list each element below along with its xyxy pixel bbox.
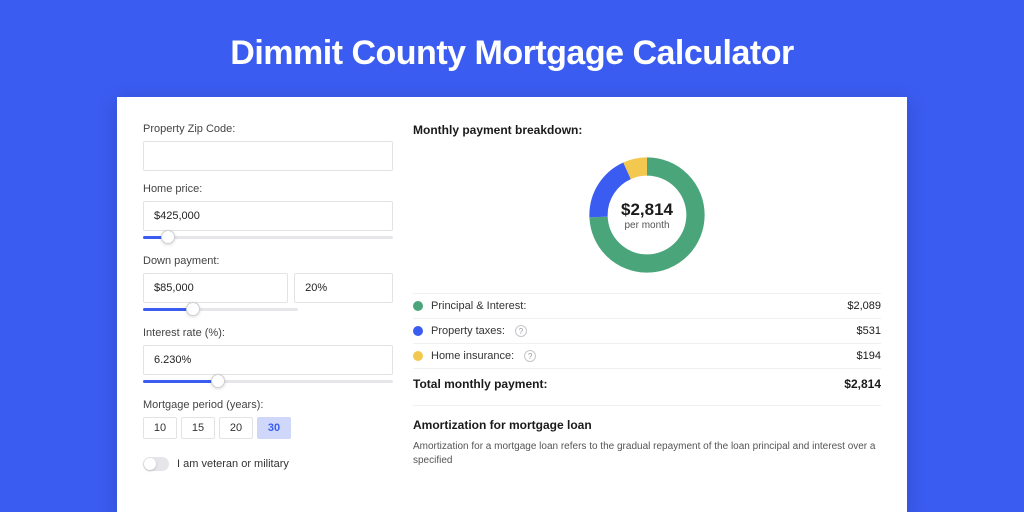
breakdown-label: Property taxes:: [431, 325, 505, 337]
amortization-title: Amortization for mortgage loan: [413, 418, 881, 432]
breakdown-value: $531: [857, 325, 881, 337]
breakdown-value: $194: [857, 350, 881, 362]
breakdown-column: Monthly payment breakdown: $2,814 per mo…: [413, 123, 881, 512]
down-payment-label: Down payment:: [143, 255, 393, 267]
info-icon[interactable]: ?: [515, 325, 527, 337]
breakdown-row-taxes: Property taxes: ? $531: [413, 318, 881, 343]
period-field: Mortgage period (years): 10 15 20 30: [143, 399, 393, 439]
down-payment-slider[interactable]: [143, 305, 298, 315]
total-value: $2,814: [844, 377, 881, 391]
veteran-label: I am veteran or military: [177, 458, 289, 470]
interest-rate-input[interactable]: [143, 345, 393, 375]
period-option-30[interactable]: 30: [257, 417, 291, 439]
amortization-section: Amortization for mortgage loan Amortizat…: [413, 405, 881, 468]
zip-label: Property Zip Code:: [143, 123, 393, 135]
donut-sub: per month: [624, 220, 669, 231]
home-price-input[interactable]: [143, 201, 393, 231]
home-price-slider[interactable]: [143, 233, 393, 243]
home-price-label: Home price:: [143, 183, 393, 195]
zip-input[interactable]: [143, 141, 393, 171]
swatch-yellow-icon: [413, 351, 423, 361]
donut-amount: $2,814: [621, 200, 673, 220]
page-title: Dimmit County Mortgage Calculator: [0, 0, 1024, 97]
total-row: Total monthly payment: $2,814: [413, 368, 881, 405]
info-icon[interactable]: ?: [524, 350, 536, 362]
interest-rate-field: Interest rate (%):: [143, 327, 393, 387]
interest-rate-slider[interactable]: [143, 377, 393, 387]
interest-rate-label: Interest rate (%):: [143, 327, 393, 339]
period-options: 10 15 20 30: [143, 417, 393, 439]
calculator-card: Property Zip Code: Home price: Down paym…: [117, 97, 907, 512]
breakdown-label: Principal & Interest:: [431, 300, 526, 312]
input-column: Property Zip Code: Home price: Down paym…: [143, 123, 393, 512]
donut-chart-wrap: $2,814 per month: [413, 147, 881, 293]
swatch-blue-icon: [413, 326, 423, 336]
home-price-field: Home price:: [143, 183, 393, 243]
period-label: Mortgage period (years):: [143, 399, 393, 411]
period-option-10[interactable]: 10: [143, 417, 177, 439]
swatch-green-icon: [413, 301, 423, 311]
period-option-20[interactable]: 20: [219, 417, 253, 439]
breakdown-title: Monthly payment breakdown:: [413, 123, 881, 137]
zip-field: Property Zip Code:: [143, 123, 393, 171]
veteran-toggle[interactable]: [143, 457, 169, 471]
down-payment-percent-input[interactable]: [294, 273, 393, 303]
veteran-row: I am veteran or military: [143, 457, 393, 471]
period-option-15[interactable]: 15: [181, 417, 215, 439]
breakdown-row-insurance: Home insurance: ? $194: [413, 343, 881, 368]
breakdown-value: $2,089: [847, 300, 881, 312]
amortization-text: Amortization for a mortgage loan refers …: [413, 440, 881, 468]
down-payment-amount-input[interactable]: [143, 273, 288, 303]
total-label: Total monthly payment:: [413, 377, 547, 391]
down-payment-field: Down payment:: [143, 255, 393, 315]
donut-center: $2,814 per month: [583, 151, 711, 279]
breakdown-label: Home insurance:: [431, 350, 514, 362]
breakdown-row-principal: Principal & Interest: $2,089: [413, 293, 881, 318]
donut-chart: $2,814 per month: [583, 151, 711, 279]
